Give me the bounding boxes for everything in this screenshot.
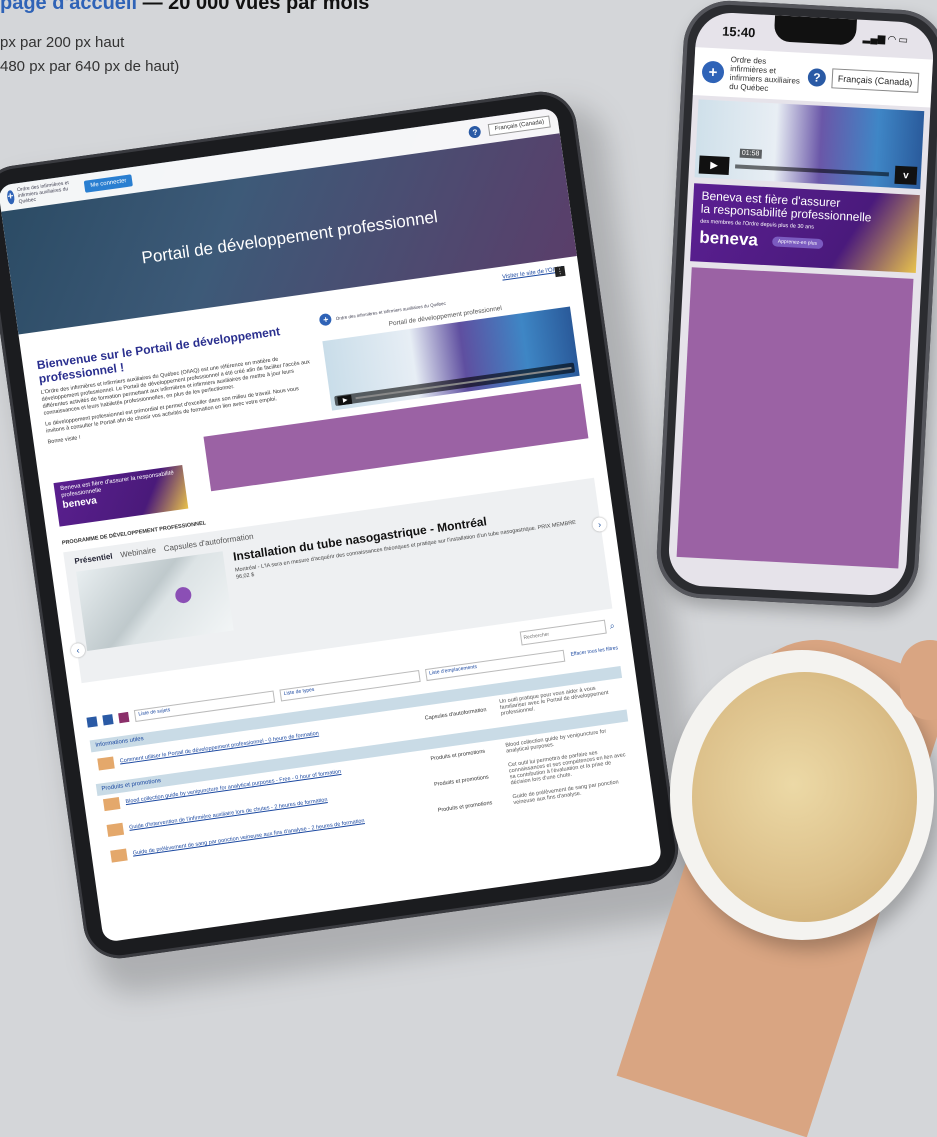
grid-view-icon[interactable] [86, 716, 98, 728]
menu-icon[interactable]: ⋮ [554, 265, 566, 278]
tablet-device: + Ordre des infirmières et infirmiers au… [0, 87, 683, 963]
main-content: Visiter le site de l'OIIAQ Bienvenue sur… [18, 256, 653, 877]
language-select[interactable]: Français (Canada) [488, 115, 551, 136]
activity-image [76, 551, 234, 652]
activity-list: Informations utiles Comment utiliser le … [89, 665, 639, 867]
item-thumbnail [106, 822, 125, 837]
chevron-right-icon[interactable]: › [591, 516, 608, 533]
search-icon[interactable]: ⌕ [609, 620, 616, 632]
status-time: 15:40 [721, 23, 756, 40]
thumb [900, 640, 937, 720]
item-kind: Produits et promotions [437, 800, 493, 814]
play-icon[interactable]: ▶ [698, 155, 730, 176]
login-button[interactable]: Me connecter [83, 174, 134, 193]
video-controls: ▶ v [698, 155, 918, 185]
item-thumbnail [110, 848, 128, 863]
beneva-cta-button[interactable]: Apprenez-en plus [771, 236, 824, 250]
tab-webinaire[interactable]: Webinaire [120, 546, 157, 560]
top-bar: + Ordre des infirmières et infirmiers au… [0, 107, 560, 212]
cross-icon: + [319, 312, 333, 327]
signal-icon: ▂▄▆ ◠ ▭ [862, 32, 909, 46]
card-view-icon[interactable] [102, 714, 114, 726]
phone-logo-text: Ordre des infirmières et infirmiers auxi… [729, 54, 801, 93]
spec-line-2: 480 px par 640 px de haut) [0, 58, 180, 75]
play-icon[interactable]: ▶ [337, 394, 353, 406]
search-input[interactable] [519, 619, 607, 646]
headline-highlight: page d'accueil [0, 0, 138, 14]
list-view-icon[interactable] [118, 711, 130, 724]
item-thumbnail [102, 797, 121, 812]
oiiaq-logo[interactable]: + Ordre des infirmières et infirmiers au… [6, 179, 78, 207]
logo-text: Ordre des infirmières et infirmiers auxi… [16, 180, 70, 206]
cross-icon: + [6, 189, 15, 205]
phone-device: 15:40 ▂▄▆ ◠ ▭ + Ordre des infirmières et… [654, 0, 937, 610]
phone-beneva-ad[interactable]: Beneva est fière d'assurer la responsabi… [690, 183, 920, 273]
item-kind: Produits et promotions [430, 748, 486, 763]
chevron-left-icon[interactable]: ‹ [70, 642, 86, 659]
phone-screen: 15:40 ▂▄▆ ◠ ▭ + Ordre des infirmières et… [667, 11, 935, 597]
clear-filters-button[interactable]: Effacer tous les filtres [570, 645, 618, 658]
tab-presentiel[interactable]: Présentiel [74, 552, 113, 566]
phone-notch [773, 15, 857, 46]
item-thumbnail [97, 756, 115, 771]
headline: page d'accueil — 20 000 vues par mois [0, 0, 369, 15]
vimeo-icon[interactable]: v [894, 165, 918, 185]
cross-icon[interactable]: + [701, 60, 725, 84]
item-kind: Produits et promotions [433, 774, 490, 788]
headline-rest: — 20 000 vues par mois [137, 0, 370, 14]
beneva-ad[interactable]: Beneva est fière d'assurer la responsabi… [53, 464, 189, 527]
phone-ad-placeholder [676, 267, 914, 569]
help-icon[interactable]: ? [468, 125, 482, 139]
phone-language-select[interactable]: Français (Canada) [831, 68, 919, 93]
video-progress-bar[interactable] [735, 164, 890, 177]
tablet-screen: + Ordre des infirmières et infirmiers au… [0, 107, 663, 943]
coffee-surface [692, 672, 917, 922]
phone-video-player[interactable]: 01:58 ▶ v [694, 99, 925, 190]
spec-line-1: px par 200 px haut [0, 34, 125, 51]
beneva-brand: beneva [698, 227, 759, 250]
item-kind: Capsules d'autoformation [424, 707, 487, 722]
help-icon[interactable]: ? [807, 68, 827, 87]
